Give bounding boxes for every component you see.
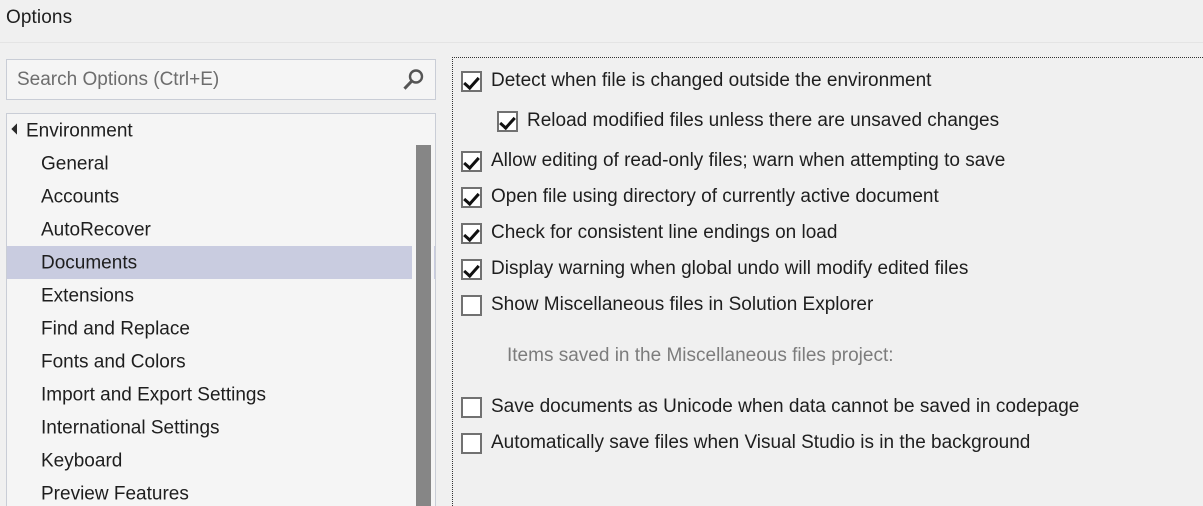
checkbox-label: Open file using directory of currently a… [491,186,939,207]
checkbox-allow-editing-readonly[interactable]: Allow editing of read-only files; warn w… [461,148,1005,174]
sidebar-item-general[interactable]: General [7,147,435,180]
sidebar-item-accounts[interactable]: Accounts [7,180,435,213]
page-title: Options [6,7,73,28]
checkbox-reload-modified-files[interactable]: Reload modified files unless there are u… [497,108,999,134]
static-label: Items saved in the Miscellaneous files p… [507,345,894,366]
checkbox-checked-icon[interactable] [461,187,482,208]
sidebar-item-find-and-replace[interactable]: Find and Replace [7,312,435,345]
expander-expanded-icon[interactable] [11,123,23,135]
label-items-saved-misc-project: Items saved in the Miscellaneous files p… [507,343,894,369]
checkbox-unchecked-icon[interactable] [461,397,482,418]
checkbox-save-as-unicode[interactable]: Save documents as Unicode when data cann… [461,394,1079,420]
checkbox-autosave-background[interactable]: Automatically save files when Visual Stu… [461,430,1030,456]
search-icon[interactable] [401,67,427,93]
checkbox-label: Detect when file is changed outside the … [491,70,932,91]
sidebar-item-international-settings[interactable]: International Settings [7,411,435,444]
search-options-box[interactable] [6,59,436,100]
sidebar-item-label: Extensions [41,285,134,307]
checkbox-show-misc-files[interactable]: Show Miscellaneous files in Solution Exp… [461,292,873,318]
checkbox-consistent-line-endings[interactable]: Check for consistent line endings on loa… [461,220,837,246]
search-input[interactable] [17,60,387,99]
options-category-tree[interactable]: Environment General Accounts AutoRecover Doc… [6,113,436,506]
sidebar-item-label: Preview Features [41,483,189,505]
checkbox-label: Allow editing of read-only files; warn w… [491,150,1006,171]
checkbox-checked-icon[interactable] [461,223,482,244]
sidebar-item-import-and-export-settings[interactable]: Import and Export Settings [7,378,435,411]
sidebar-item-label: Environment [26,120,133,142]
checkbox-global-undo-warning[interactable]: Display warning when global undo will mo… [461,256,968,282]
options-right-pane: Detect when file is changed outside the … [452,57,1203,506]
checkbox-label: Display warning when global undo will mo… [491,258,969,279]
tree-scrollbar-thumb[interactable] [416,145,431,506]
checkbox-label: Check for consistent line endings on loa… [491,222,838,243]
sidebar-item-keyboard[interactable]: Keyboard [7,444,435,477]
checkbox-open-file-active-directory[interactable]: Open file using directory of currently a… [461,184,939,210]
checkbox-detect-file-changed[interactable]: Detect when file is changed outside the … [461,68,931,94]
sidebar-item-label: Accounts [41,186,120,208]
checkbox-label: Automatically save files when Visual Stu… [491,432,1031,453]
sidebar-item-label: Import and Export Settings [41,384,266,406]
sidebar-item-autorecover[interactable]: AutoRecover [7,213,435,246]
checkbox-checked-icon[interactable] [461,259,482,280]
sidebar-item-label: General [41,153,109,175]
checkbox-unchecked-icon[interactable] [461,295,482,316]
checkbox-unchecked-icon[interactable] [461,433,482,454]
sidebar-item-label: Keyboard [41,450,123,472]
sidebar-item-environment[interactable]: Environment [7,114,435,147]
checkbox-checked-icon[interactable] [497,111,518,132]
checkbox-label: Save documents as Unicode when data cann… [491,396,1080,417]
tree-scrollbar[interactable] [412,115,434,506]
checkbox-label: Reload modified files unless there are u… [527,110,1000,131]
checkbox-checked-icon[interactable] [461,71,482,92]
sidebar-item-documents[interactable]: Documents [7,246,435,279]
options-left-pane: Environment General Accounts AutoRecover Doc… [0,44,444,506]
sidebar-item-fonts-and-colors[interactable]: Fonts and Colors [7,345,435,378]
sidebar-item-label: Find and Replace [41,318,190,340]
title-separator [0,42,1203,43]
sidebar-item-extensions[interactable]: Extensions [7,279,435,312]
sidebar-item-label: International Settings [41,417,220,439]
tree-item-list: Environment General Accounts AutoRecover Doc… [7,114,435,506]
checkbox-checked-icon[interactable] [461,151,482,172]
sidebar-item-label: AutoRecover [41,219,151,241]
sidebar-item-label: Documents [41,252,138,274]
sidebar-item-label: Fonts and Colors [41,351,186,373]
sidebar-item-preview-features[interactable]: Preview Features [7,477,435,506]
checkbox-label: Show Miscellaneous files in Solution Exp… [491,294,874,315]
